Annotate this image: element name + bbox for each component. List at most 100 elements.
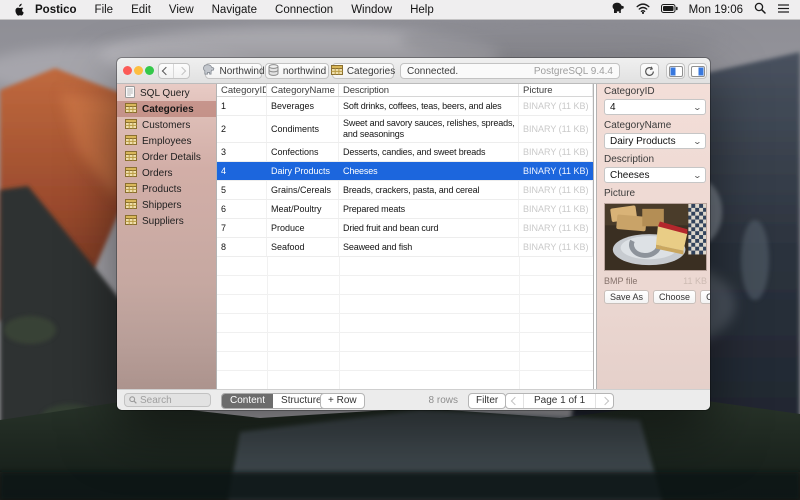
column-header-description[interactable]: Description bbox=[339, 84, 519, 96]
menu-help[interactable]: Help bbox=[410, 4, 434, 16]
spotlight-icon[interactable] bbox=[754, 2, 766, 17]
menu-bar-clock[interactable]: Mon 19:06 bbox=[689, 4, 743, 16]
table-row[interactable]: 5Grains/CerealsBreads, crackers, pasta, … bbox=[217, 181, 593, 200]
zoom-button[interactable] bbox=[145, 66, 154, 75]
sidebar-item-orders[interactable]: Orders bbox=[117, 165, 216, 181]
previous-page-button[interactable] bbox=[506, 394, 523, 408]
menu-edit[interactable]: Edit bbox=[131, 4, 151, 16]
table-icon bbox=[125, 215, 137, 228]
forward-button[interactable] bbox=[174, 64, 189, 78]
table-cell[interactable]: Sweet and savory sauces, relishes, sprea… bbox=[339, 116, 519, 142]
minimize-button[interactable] bbox=[134, 66, 143, 75]
segment-content[interactable]: Content bbox=[222, 394, 273, 408]
add-row-button[interactable]: + Row bbox=[320, 393, 365, 409]
back-button[interactable] bbox=[159, 64, 174, 78]
table-cell[interactable]: Dried fruit and bean curd bbox=[339, 219, 519, 237]
table-cell[interactable]: 2 bbox=[217, 116, 267, 142]
table-cell[interactable]: BINARY (11 KB) bbox=[519, 238, 593, 256]
table-cell[interactable]: BINARY (11 KB) bbox=[519, 116, 593, 142]
table-cell[interactable]: 4 bbox=[217, 162, 267, 180]
table-cell[interactable]: BINARY (11 KB) bbox=[519, 97, 593, 115]
postgres-elephant-icon[interactable] bbox=[611, 2, 625, 17]
page-indicator[interactable]: Page 1 of 1 bbox=[523, 394, 596, 408]
table-cell[interactable]: Seafood bbox=[267, 238, 339, 256]
table-cell[interactable]: BINARY (11 KB) bbox=[519, 181, 593, 199]
menu-navigate[interactable]: Navigate bbox=[212, 4, 257, 16]
table-cell[interactable]: Seaweed and fish bbox=[339, 238, 519, 256]
table-cell[interactable]: Breads, crackers, pasta, and cereal bbox=[339, 181, 519, 199]
sidebar-item-sql-query[interactable]: SQL Query bbox=[117, 85, 216, 101]
choose-button[interactable]: Choose bbox=[653, 290, 696, 304]
search-field[interactable] bbox=[124, 393, 211, 407]
column-header-categoryid[interactable]: CategoryID bbox=[217, 84, 267, 96]
table-cell[interactable]: 7 bbox=[217, 219, 267, 237]
close-button[interactable] bbox=[123, 66, 132, 75]
table-cell[interactable]: Meat/Poultry bbox=[267, 200, 339, 218]
table-cell[interactable]: Prepared meats bbox=[339, 200, 519, 218]
table-cell[interactable]: 6 bbox=[217, 200, 267, 218]
table-body: 1BeveragesSoft drinks, coffees, teas, be… bbox=[217, 97, 593, 257]
chevron-down-icon: ⌄ bbox=[693, 103, 702, 112]
sidebar-item-employees[interactable]: Employees bbox=[117, 133, 216, 149]
table-cell[interactable]: 1 bbox=[217, 97, 267, 115]
column-header-categoryname[interactable]: CategoryName bbox=[267, 84, 339, 96]
table-cell[interactable]: Cheeses bbox=[339, 162, 519, 180]
wifi-icon[interactable] bbox=[636, 3, 650, 17]
table-cell[interactable]: Produce bbox=[267, 219, 339, 237]
table-row[interactable]: 4Dairy ProductsCheesesBINARY (11 KB) bbox=[217, 162, 593, 181]
table-cell[interactable]: BINARY (11 KB) bbox=[519, 200, 593, 218]
toggle-sidebar-button[interactable] bbox=[666, 63, 685, 79]
sidebar-item-customers[interactable]: Customers bbox=[117, 117, 216, 133]
sidebar-item-order-details[interactable]: Order Details bbox=[117, 149, 216, 165]
field-combo-categoryname[interactable]: Dairy Products⌄ bbox=[604, 133, 706, 149]
table-cell[interactable]: BINARY (11 KB) bbox=[519, 162, 593, 180]
breadcrumb-categories[interactable]: Categories bbox=[332, 63, 394, 79]
sidebar-item-categories[interactable]: Categories bbox=[117, 101, 216, 117]
menu-file[interactable]: File bbox=[95, 4, 114, 16]
app-menu[interactable]: Postico bbox=[35, 4, 77, 16]
filter-button[interactable]: Filter bbox=[468, 393, 506, 409]
table-row[interactable]: 3ConfectionsDesserts, candies, and sweet… bbox=[217, 143, 593, 162]
search-input[interactable] bbox=[140, 395, 200, 406]
field-combo-categoryid[interactable]: 4⌄ bbox=[604, 99, 706, 115]
table-cell[interactable]: Soft drinks, coffees, teas, beers, and a… bbox=[339, 97, 519, 115]
sql-document-icon bbox=[125, 86, 135, 101]
table-row[interactable]: 7ProduceDried fruit and bean curdBINARY … bbox=[217, 219, 593, 238]
menu-window[interactable]: Window bbox=[351, 4, 392, 16]
table-cell[interactable]: Dairy Products bbox=[267, 162, 339, 180]
clear-button[interactable]: Clear bbox=[700, 290, 710, 304]
table-cell[interactable]: Beverages bbox=[267, 97, 339, 115]
save-as-button[interactable]: Save As bbox=[604, 290, 649, 304]
field-combo-description[interactable]: Cheeses⌄ bbox=[604, 167, 706, 183]
breadcrumb-northwind[interactable]: Northwind bbox=[205, 63, 262, 79]
notification-center-icon[interactable] bbox=[777, 3, 790, 17]
refresh-button[interactable] bbox=[640, 63, 659, 79]
table-row[interactable]: 1BeveragesSoft drinks, coffees, teas, be… bbox=[217, 97, 593, 116]
desktop: Postico File Edit View Navigate Connection Wi… bbox=[0, 0, 800, 500]
table-row[interactable]: 8SeafoodSeaweed and fishBINARY (11 KB) bbox=[217, 238, 593, 257]
table-row[interactable]: 2CondimentsSweet and savory sauces, reli… bbox=[217, 116, 593, 143]
table-row[interactable]: 6Meat/PoultryPrepared meatsBINARY (11 KB… bbox=[217, 200, 593, 219]
table-cell[interactable]: 5 bbox=[217, 181, 267, 199]
table-cell[interactable]: BINARY (11 KB) bbox=[519, 143, 593, 161]
table-cell[interactable]: Confections bbox=[267, 143, 339, 161]
file-type: BMP file bbox=[604, 276, 637, 287]
sidebar-item-products[interactable]: Products bbox=[117, 181, 216, 197]
breadcrumb-northwind[interactable]: northwind bbox=[265, 63, 329, 79]
battery-icon[interactable] bbox=[661, 4, 678, 16]
menu-items: File Edit View Navigate Connection Window Help bbox=[95, 4, 452, 16]
menu-connection[interactable]: Connection bbox=[275, 4, 333, 16]
menu-view[interactable]: View bbox=[169, 4, 194, 16]
sidebar-item-suppliers[interactable]: Suppliers bbox=[117, 213, 216, 229]
next-page-button[interactable] bbox=[596, 394, 613, 408]
table-cell[interactable]: Condiments bbox=[267, 116, 339, 142]
table-cell[interactable]: 8 bbox=[217, 238, 267, 256]
table-cell[interactable]: BINARY (11 KB) bbox=[519, 219, 593, 237]
column-header-picture[interactable]: Picture bbox=[519, 84, 593, 96]
table-cell[interactable]: 3 bbox=[217, 143, 267, 161]
toggle-inspector-button[interactable] bbox=[688, 63, 707, 79]
table-cell[interactable]: Grains/Cereals bbox=[267, 181, 339, 199]
sidebar-item-shippers[interactable]: Shippers bbox=[117, 197, 216, 213]
apple-menu-icon[interactable] bbox=[14, 3, 25, 16]
table-cell[interactable]: Desserts, candies, and sweet breads bbox=[339, 143, 519, 161]
